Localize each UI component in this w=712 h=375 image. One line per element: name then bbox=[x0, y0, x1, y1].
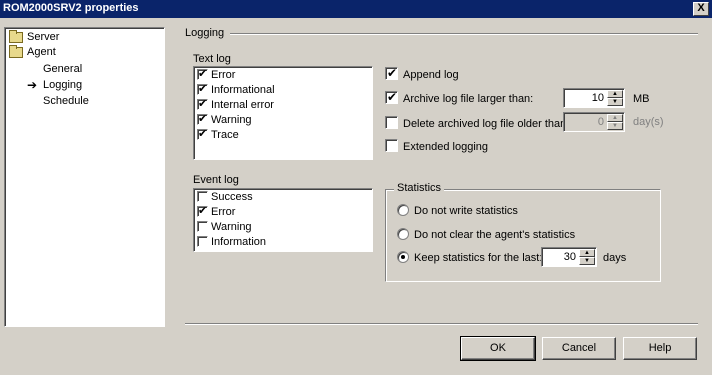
statistics-label: Statistics bbox=[394, 182, 445, 194]
archive-size-value[interactable]: 10 bbox=[592, 92, 604, 104]
tree-item-label: General bbox=[43, 63, 83, 75]
section-divider bbox=[230, 33, 698, 35]
radio-no-write-statistics[interactable]: Do not write statistics bbox=[397, 204, 518, 217]
checkbox[interactable] bbox=[197, 82, 208, 95]
spin-up-icon[interactable]: ▲ bbox=[579, 249, 595, 257]
archive-size-spinner[interactable]: 10 ▲ ▼ bbox=[563, 88, 625, 108]
spin-up-icon[interactable]: ▲ bbox=[607, 90, 623, 98]
radio-no-clear-statistics[interactable]: Do not clear the agent's statistics bbox=[397, 228, 575, 241]
spin-down-icon[interactable]: ▼ bbox=[579, 257, 595, 265]
event-log-list[interactable]: Success Error Warning Information bbox=[193, 188, 373, 252]
archive-log-checkbox[interactable]: Archive log file larger than: bbox=[385, 90, 533, 105]
checkbox[interactable] bbox=[197, 127, 208, 140]
checkbox[interactable] bbox=[385, 116, 398, 129]
spin-down-icon: ▼ bbox=[607, 122, 623, 130]
statistics-days-spinner[interactable]: 30 ▲ ▼ bbox=[541, 247, 597, 267]
title-bar: ROM2000SRV2 properties X bbox=[0, 0, 712, 18]
extended-logging-checkbox[interactable]: Extended logging bbox=[385, 139, 488, 153]
statistics-group: Statistics Do not write statistics Do no… bbox=[385, 182, 661, 282]
list-item[interactable]: Trace bbox=[197, 127, 239, 144]
statistics-days-unit: days bbox=[603, 252, 627, 264]
statistics-days-value[interactable]: 30 bbox=[564, 251, 576, 263]
section-title: Logging bbox=[185, 27, 225, 39]
delete-days-value: 0 bbox=[597, 116, 604, 128]
text-log-list[interactable]: Error Informational Internal error Warni… bbox=[193, 66, 373, 160]
tree-item-label: Logging bbox=[43, 79, 83, 91]
delete-archived-checkbox[interactable]: Delete archived log file older than bbox=[385, 116, 566, 130]
bottom-divider bbox=[185, 323, 698, 325]
tree-item-label: Schedule bbox=[43, 95, 89, 107]
event-log-label: Event log bbox=[193, 174, 239, 186]
folder-icon bbox=[9, 30, 23, 43]
help-button[interactable]: Help bbox=[623, 337, 697, 360]
checkbox[interactable] bbox=[385, 139, 398, 152]
spin-down-icon[interactable]: ▼ bbox=[607, 98, 623, 106]
window-title: ROM2000SRV2 properties bbox=[3, 2, 139, 14]
spin-up-icon: ▲ bbox=[607, 114, 623, 122]
list-item[interactable]: Informational bbox=[197, 82, 275, 99]
navigation-tree[interactable]: Server Agent General ➔ Logging Schedule bbox=[4, 27, 165, 327]
delete-days-unit: day(s) bbox=[633, 116, 664, 128]
delete-days-spinner: 0 ▲ ▼ bbox=[563, 112, 625, 132]
radio-button[interactable] bbox=[397, 251, 409, 263]
radio-button[interactable] bbox=[397, 228, 409, 240]
cancel-button[interactable]: Cancel bbox=[542, 337, 616, 360]
checkbox[interactable] bbox=[385, 66, 398, 80]
checkbox[interactable] bbox=[197, 204, 208, 217]
append-log-checkbox[interactable]: Append log bbox=[385, 66, 459, 81]
text-log-label: Text log bbox=[193, 53, 231, 65]
checkbox[interactable] bbox=[197, 112, 208, 125]
close-button[interactable]: X bbox=[693, 2, 709, 16]
folder-open-icon bbox=[9, 45, 23, 58]
list-item[interactable]: Error bbox=[197, 204, 235, 221]
radio-button[interactable] bbox=[397, 204, 409, 216]
checkbox[interactable] bbox=[197, 221, 208, 232]
radio-keep-statistics[interactable]: Keep statistics for the last: bbox=[397, 251, 542, 264]
ok-button[interactable]: OK bbox=[460, 336, 536, 361]
archive-size-unit: MB bbox=[633, 93, 650, 105]
checkbox[interactable] bbox=[197, 236, 208, 247]
checkbox[interactable] bbox=[197, 97, 208, 110]
checkbox[interactable] bbox=[385, 90, 398, 104]
checkbox[interactable] bbox=[197, 191, 208, 202]
tree-item-label: Agent bbox=[27, 46, 56, 58]
list-item[interactable]: Information bbox=[197, 236, 266, 251]
checkbox[interactable] bbox=[197, 67, 208, 80]
arrow-icon: ➔ bbox=[27, 78, 38, 92]
tree-item-label: Server bbox=[27, 31, 60, 43]
list-item[interactable]: Internal error bbox=[197, 97, 274, 114]
list-item[interactable]: Warning bbox=[197, 221, 252, 236]
